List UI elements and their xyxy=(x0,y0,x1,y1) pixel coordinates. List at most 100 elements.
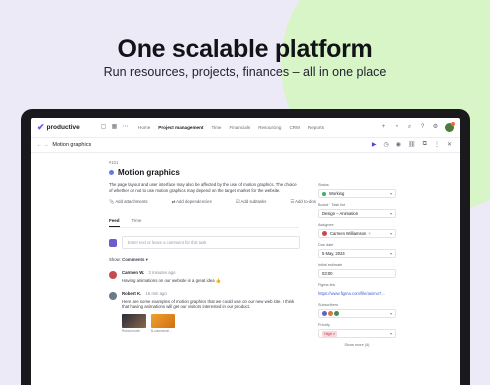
subscribers-select[interactable]: ▾ xyxy=(318,309,396,318)
add-attachments-button[interactable]: 📎 Add attachments xyxy=(109,199,160,205)
logo-text: productive xyxy=(46,124,80,131)
board-label: Board · Task list xyxy=(318,203,345,207)
avatar xyxy=(328,311,333,316)
remove-icon[interactable]: × xyxy=(368,231,370,236)
board-select[interactable]: Design – Animation ▾ xyxy=(318,209,396,218)
task-title[interactable]: Motion graphics xyxy=(118,168,180,177)
assignee-label: Assignee xyxy=(318,223,334,227)
tab-time[interactable]: Time xyxy=(132,218,142,227)
avatar xyxy=(334,311,339,316)
due-date-label: Due date xyxy=(318,243,334,247)
comment-composer: Enter text or leave a comment for this t… xyxy=(109,236,309,250)
comment-item: Robert K. 16 min ago Here are some examp… xyxy=(109,291,309,333)
search-icon[interactable]: ⌕ xyxy=(405,123,414,132)
calendar-icon[interactable]: ▦ xyxy=(110,123,119,132)
nav-home[interactable]: Home xyxy=(138,125,150,130)
status-dot-icon[interactable] xyxy=(109,170,114,175)
show-more-button[interactable]: Show more (4) xyxy=(318,343,396,347)
status-dot-icon xyxy=(322,191,326,196)
comment-item: Carmen W. 3 minutes ago Having animation… xyxy=(109,270,309,284)
inbox-icon[interactable]: ▢ xyxy=(99,123,108,132)
hero-headline: One scalable platform xyxy=(117,35,373,63)
attachment-image xyxy=(151,313,175,328)
user-avatar[interactable] xyxy=(445,122,455,132)
comment-header: Carmen W. 3 minutes ago xyxy=(122,270,302,275)
initial-estimate-field: Initial estimate 03:00 xyxy=(318,263,396,278)
eye-icon[interactable]: ◉ xyxy=(396,141,401,148)
copy-icon[interactable]: ⧉ xyxy=(423,141,427,148)
add-dependencies-label: Add dependencies xyxy=(176,199,212,205)
nav-project-management[interactable]: Project management xyxy=(158,125,203,130)
attachment-image xyxy=(122,313,146,328)
task-tools: ▶ ◷ ◉ ⛓ ⧉ ⋮ ✕ xyxy=(365,141,452,148)
back-forward-icon[interactable]: ← → xyxy=(37,142,48,148)
top-icons: ▢ ▦ ⋯ xyxy=(99,123,132,132)
comment-content: Carmen W. 3 minutes ago Having animation… xyxy=(122,270,302,284)
comment-input[interactable]: Enter text or leave a comment for this t… xyxy=(122,236,300,250)
initial-estimate-input[interactable]: 03:00 xyxy=(318,269,396,278)
breadcrumb[interactable]: Motion graphics xyxy=(52,142,91,148)
add-subtasks-label: Add subtasks xyxy=(240,199,267,205)
more-options-icon[interactable]: ⋮ xyxy=(434,141,440,148)
attachment-thumbnail[interactable]: Robot.movie xyxy=(122,313,146,333)
chevron-down-icon: ▾ xyxy=(389,231,392,236)
status-value: Working xyxy=(329,191,345,196)
due-date-input[interactable]: 5 May, 2024 ▾ xyxy=(318,249,396,258)
add-todos-label: Add to-dos xyxy=(295,199,316,205)
due-date-field: Due date 5 May, 2024 ▾ xyxy=(318,243,396,258)
nav-time[interactable]: Time xyxy=(211,125,221,130)
close-icon[interactable]: ✕ xyxy=(447,141,452,148)
add-subtasks-button[interactable]: ☑ Add subtasks xyxy=(236,199,279,205)
attachment-thumbnail[interactable]: B-commerce... xyxy=(151,313,175,333)
comment-author: Carmen W. xyxy=(122,270,145,276)
task-main: #101 Motion graphics The page layout and… xyxy=(109,160,316,333)
task-description[interactable]: The page layout and user interface may a… xyxy=(109,182,299,193)
logo-icon: ✔ xyxy=(37,122,45,132)
task-sidebar: Status Working ▾ Board · Task list Desig… xyxy=(318,183,396,347)
priority-label: Priority xyxy=(318,323,330,327)
nav-financials[interactable]: Financials xyxy=(230,125,251,130)
logo[interactable]: ✔ productive xyxy=(37,122,89,133)
show-value: Comments xyxy=(122,257,145,263)
help-icon[interactable]: ? xyxy=(418,123,427,132)
chevron-down-icon: ▾ xyxy=(389,191,392,196)
priority-value: High xyxy=(324,331,332,336)
priority-field: Priority High × ▾ xyxy=(318,323,396,338)
comment-time: 16 min ago xyxy=(145,290,167,296)
avatar xyxy=(322,231,327,236)
comment-header: Robert K. 16 min ago xyxy=(122,291,302,296)
avatar xyxy=(109,271,117,280)
add-dependencies-button[interactable]: ⇄ Add dependencies xyxy=(172,199,224,205)
title-row: Motion graphics xyxy=(109,168,309,177)
attachment-caption: Robot.movie xyxy=(122,328,140,333)
feed-filter[interactable]: Show: Comments ▾ xyxy=(109,257,309,263)
clock-icon[interactable]: ◔ xyxy=(392,123,401,132)
nav-resourcing[interactable]: Resourcing xyxy=(258,125,281,130)
comment-body: Here are some examples of motion graphic… xyxy=(122,298,295,310)
tab-feed[interactable]: Feed xyxy=(109,218,120,228)
nav-crm[interactable]: CRM xyxy=(289,125,299,130)
assignee-field: Assignee Carmen Williamson × ▾ xyxy=(318,223,396,238)
timer-icon[interactable]: ◷ xyxy=(384,141,389,148)
play-icon[interactable]: ▶ xyxy=(372,141,377,148)
task-header-bar: ← → Motion graphics ▶ ◷ ◉ ⛓ ⧉ ⋮ ✕ xyxy=(31,138,460,153)
status-select[interactable]: Working ▾ xyxy=(318,189,396,198)
task-id: #101 xyxy=(109,160,119,165)
add-attachments-label: Add attachments xyxy=(115,199,148,205)
chevron-down-icon: ▾ xyxy=(389,251,392,256)
avatar xyxy=(109,291,117,300)
chevron-down-icon: ▾ xyxy=(145,257,148,263)
link-icon[interactable]: ⛓ xyxy=(408,141,416,148)
nav-reports[interactable]: Reports xyxy=(308,125,324,130)
more-icon[interactable]: ⋯ xyxy=(121,123,130,132)
figma-link[interactable]: https://www.figma.com/file/animo7... xyxy=(318,289,396,298)
chevron-down-icon: ▾ xyxy=(389,211,392,216)
settings-icon[interactable]: ⚙ xyxy=(431,123,440,132)
assignee-select[interactable]: Carmen Williamson × ▾ xyxy=(318,229,396,238)
priority-badge: High × xyxy=(322,330,338,337)
status-label: Status xyxy=(318,183,329,187)
figma-link-field: Figma link https://www.figma.com/file/an… xyxy=(318,283,396,298)
add-icon[interactable]: + xyxy=(379,123,388,132)
subscribers-label: Subscribers xyxy=(318,303,339,307)
priority-select[interactable]: High × ▾ xyxy=(318,329,396,338)
